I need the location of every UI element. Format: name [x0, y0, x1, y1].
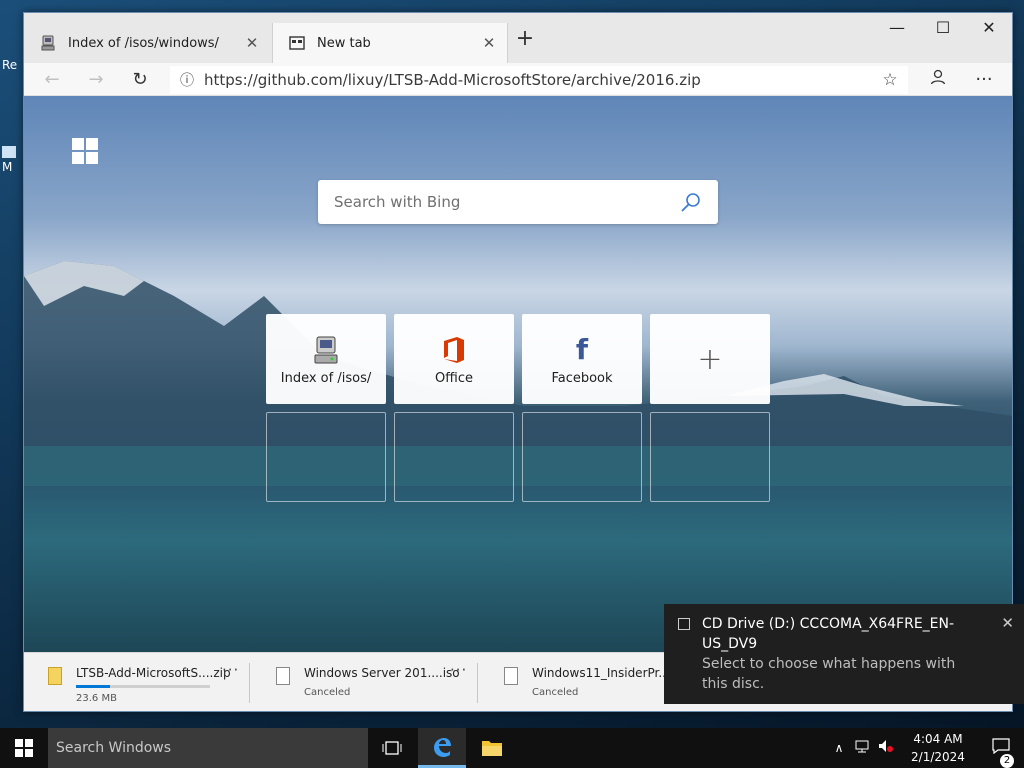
empty-top-site-slot[interactable] — [522, 412, 642, 502]
top-site-index-of-isos[interactable]: Index of /isos/ — [266, 314, 386, 404]
network-icon[interactable] — [850, 739, 874, 757]
bing-search-box[interactable] — [318, 180, 718, 224]
info-icon[interactable]: ⓘ — [170, 70, 204, 90]
download-status: Canceled — [532, 687, 579, 698]
download-name: Windows Server 201....iso — [304, 666, 460, 680]
settings-more-button[interactable]: ··· — [970, 67, 998, 93]
facebook-icon: f — [575, 333, 589, 366]
tab-index-of-isos[interactable]: Index of /isos/windows/ ✕ — [24, 23, 270, 63]
tab-new-tab[interactable]: New tab ✕ — [272, 23, 508, 63]
task-view-icon — [382, 741, 402, 755]
taskbar-search-box[interactable] — [48, 728, 368, 768]
add-top-site-button[interactable]: + — [650, 314, 770, 404]
clock-date: 2/1/2024 — [911, 750, 965, 764]
iso-file-icon — [504, 667, 518, 685]
maximize-button[interactable]: ☐ — [920, 13, 966, 43]
notification-title: CD Drive (D:) CCCOMA_X64FRE_EN-US_DV9 — [702, 616, 955, 652]
taskbar-edge-button[interactable] — [418, 728, 466, 768]
refresh-button[interactable]: ↻ — [126, 67, 154, 93]
empty-top-site-slot[interactable] — [394, 412, 514, 502]
close-notification-button[interactable]: ✕ — [1001, 614, 1014, 632]
favorite-star-icon[interactable]: ☆ — [872, 70, 908, 90]
top-site-label: Facebook — [551, 370, 613, 386]
folder-icon — [482, 741, 502, 756]
download-name: LTSB-Add-MicrosoftS....zip — [76, 666, 231, 680]
windows-start-icon — [15, 739, 33, 757]
close-window-button[interactable]: ✕ — [966, 13, 1012, 43]
search-icon[interactable] — [680, 191, 702, 213]
notification-body: Select to choose what happens with this … — [702, 656, 956, 692]
top-site-label: Index of /isos/ — [280, 370, 372, 386]
notification-count-badge: 2 — [1000, 754, 1014, 768]
system-tray: ∧ 4:04 AM 2/1/2024 2 — [828, 728, 1024, 768]
empty-top-site-slot[interactable] — [266, 412, 386, 502]
windows-logo-icon — [72, 138, 98, 164]
desktop-icon-label: M — [2, 160, 13, 174]
newtab-icon — [289, 35, 305, 51]
volume-muted-icon[interactable] — [874, 739, 898, 757]
background-landscape — [24, 261, 1012, 486]
desktop-icon-label: Re — [2, 58, 18, 72]
start-button[interactable] — [0, 728, 48, 768]
profile-icon — [930, 69, 946, 85]
desktop-icon-recycle-bin[interactable]: Re — [2, 58, 24, 72]
forward-button[interactable]: → — [82, 67, 110, 93]
clock[interactable]: 4:04 AM 2/1/2024 — [898, 730, 978, 766]
url-field[interactable]: ⓘ https://github.com/lixuy/LTSB-Add-Micr… — [170, 66, 908, 94]
shortcut-icon — [2, 146, 16, 158]
desktop-icon-edge[interactable]: M — [2, 146, 24, 174]
autoplay-notification[interactable]: CD Drive (D:) CCCOMA_X64FRE_EN-US_DV9 Se… — [664, 604, 1024, 704]
new-tab-button[interactable]: + — [512, 27, 538, 53]
minimize-button[interactable]: — — [874, 13, 920, 43]
url-text[interactable]: https://github.com/lixuy/LTSB-Add-Micros… — [204, 71, 872, 89]
add-icon: + — [697, 341, 723, 377]
top-site-facebook[interactable]: f Facebook — [522, 314, 642, 404]
back-button[interactable]: ← — [38, 67, 66, 93]
close-tab-icon[interactable]: ✕ — [244, 34, 260, 52]
cd-drive-icon — [678, 618, 690, 630]
task-view-button[interactable] — [368, 728, 416, 768]
top-site-label: Office — [435, 370, 473, 386]
zip-file-icon — [48, 667, 62, 685]
office-icon — [442, 333, 466, 367]
show-hidden-icons-chevron-icon[interactable]: ∧ — [828, 741, 850, 755]
taskbar-file-explorer-button[interactable] — [468, 728, 516, 768]
download-more-button[interactable]: ··· — [222, 661, 239, 679]
download-status: 23.6 MB — [76, 693, 117, 704]
server-icon — [40, 35, 56, 51]
taskbar: ∧ 4:04 AM 2/1/2024 2 — [0, 728, 1024, 768]
tab-bar: Index of /isos/windows/ ✕ New tab ✕ + — … — [24, 13, 1012, 63]
clock-time: 4:04 AM — [913, 732, 963, 746]
download-progress-bar — [76, 685, 210, 688]
notification-icon — [992, 738, 1010, 755]
download-status: Canceled — [304, 687, 351, 698]
iso-file-icon — [276, 667, 290, 685]
close-tab-icon[interactable]: ✕ — [481, 34, 497, 52]
edge-icon — [434, 737, 451, 757]
action-center-button[interactable]: 2 — [978, 738, 1024, 768]
bing-search-input[interactable] — [334, 193, 680, 211]
download-item[interactable]: LTSB-Add-MicrosoftS....zip ··· 23.6 MB — [24, 653, 250, 711]
download-more-button[interactable]: ··· — [450, 661, 467, 679]
top-site-office[interactable]: Office — [394, 314, 514, 404]
profile-button[interactable] — [924, 67, 952, 93]
download-item[interactable]: Windows Server 201....iso ··· Canceled — [252, 653, 478, 711]
taskbar-search-input[interactable] — [56, 740, 368, 756]
address-bar: ← → ↻ ⓘ https://github.com/lixuy/LTSB-Ad… — [24, 63, 1012, 96]
server-icon — [312, 333, 340, 367]
empty-top-site-slot[interactable] — [650, 412, 770, 502]
tab-label: Index of /isos/windows/ — [68, 35, 219, 51]
tab-label: New tab — [317, 35, 371, 51]
new-tab-page: Index of /isos/ Office f Facebook + — [24, 96, 1012, 652]
